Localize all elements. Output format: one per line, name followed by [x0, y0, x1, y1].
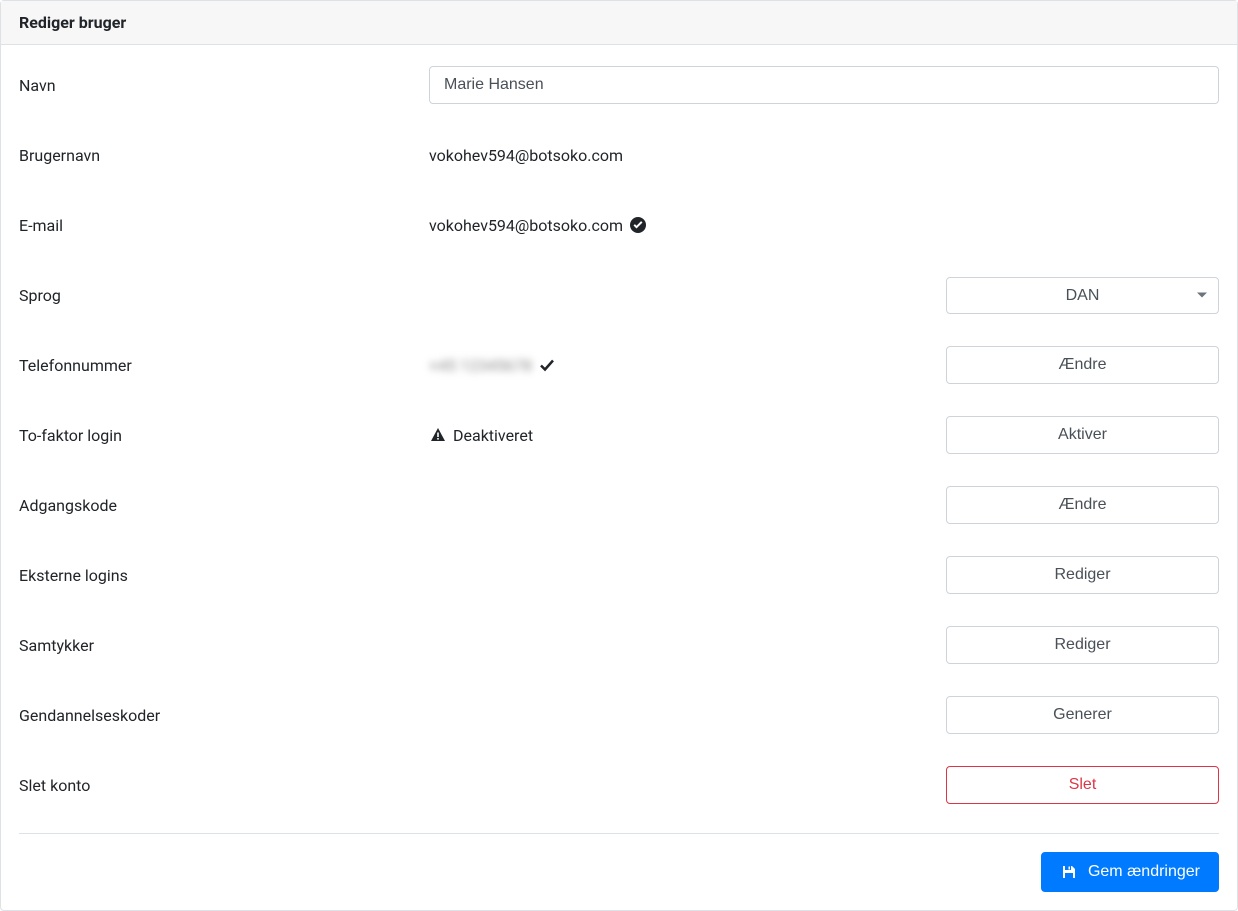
phone-row: Telefonnummer +45 12345678 Ændre [19, 343, 1219, 387]
check-icon [538, 356, 556, 374]
language-label: Sprog [19, 286, 429, 305]
external-logins-edit-button[interactable]: Rediger [946, 556, 1219, 594]
delete-account-action-col: Slet [946, 766, 1219, 804]
panel-body: Navn Brugernavn vokohev594@botsoko.com E… [1, 45, 1237, 910]
language-select-wrapper: DAN [946, 277, 1219, 314]
username-value: vokohev594@botsoko.com [429, 146, 1219, 165]
warning-icon [429, 426, 447, 444]
email-label: E-mail [19, 216, 429, 235]
twofactor-activate-button[interactable]: Aktiver [946, 416, 1219, 454]
username-row: Brugernavn vokohev594@botsoko.com [19, 133, 1219, 177]
twofactor-status: Deaktiveret [453, 426, 533, 445]
phone-value-wrapper: +45 12345678 [429, 356, 946, 375]
phone-value-masked: +45 12345678 [429, 356, 532, 375]
delete-account-button[interactable]: Slet [946, 766, 1219, 804]
check-circle-icon [629, 216, 647, 234]
external-logins-row: Eksterne logins Rediger [19, 553, 1219, 597]
footer-actions: Gem ændringer [19, 852, 1219, 892]
twofactor-action-col: Aktiver [946, 416, 1219, 454]
panel-title: Rediger bruger [19, 13, 1219, 32]
external-logins-label: Eksterne logins [19, 566, 429, 585]
name-input[interactable] [429, 66, 1219, 104]
panel-header: Rediger bruger [1, 1, 1237, 45]
name-label: Navn [19, 76, 429, 95]
edit-user-panel: Rediger bruger Navn Brugernavn vokohev59… [0, 0, 1238, 911]
recovery-codes-generate-button[interactable]: Generer [946, 696, 1219, 734]
save-icon [1060, 863, 1078, 881]
save-button-label: Gem ændringer [1088, 863, 1200, 881]
phone-label: Telefonnummer [19, 356, 429, 375]
email-value: vokohev594@botsoko.com [429, 216, 623, 235]
password-action-col: Ændre [946, 486, 1219, 524]
language-row: Sprog DAN [19, 273, 1219, 317]
consents-edit-button[interactable]: Rediger [946, 626, 1219, 664]
twofactor-row: To-faktor login Deaktiveret Aktiver [19, 413, 1219, 457]
delete-account-row: Slet konto Slet [19, 763, 1219, 807]
username-label: Brugernavn [19, 146, 429, 165]
recovery-codes-label: Gendannelseskoder [19, 706, 429, 725]
delete-account-label: Slet konto [19, 776, 429, 795]
twofactor-label: To-faktor login [19, 426, 429, 445]
name-row: Navn [19, 63, 1219, 107]
consents-label: Samtykker [19, 636, 429, 655]
email-value-wrapper: vokohev594@botsoko.com [429, 216, 1219, 235]
name-value-wrapper [429, 66, 1219, 104]
password-row: Adgangskode Ændre [19, 483, 1219, 527]
external-logins-action-col: Rediger [946, 556, 1219, 594]
phone-action-col: Ændre [946, 346, 1219, 384]
consents-row: Samtykker Rediger [19, 623, 1219, 667]
save-button[interactable]: Gem ændringer [1041, 852, 1219, 892]
recovery-codes-action-col: Generer [946, 696, 1219, 734]
password-label: Adgangskode [19, 496, 429, 515]
divider [19, 833, 1219, 834]
recovery-codes-row: Gendannelseskoder Generer [19, 693, 1219, 737]
consents-action-col: Rediger [946, 626, 1219, 664]
phone-change-button[interactable]: Ændre [946, 346, 1219, 384]
email-row: E-mail vokohev594@botsoko.com [19, 203, 1219, 247]
password-change-button[interactable]: Ændre [946, 486, 1219, 524]
language-action-col: DAN [946, 277, 1219, 314]
language-select[interactable]: DAN [946, 277, 1219, 314]
twofactor-value-wrapper: Deaktiveret [429, 426, 946, 445]
